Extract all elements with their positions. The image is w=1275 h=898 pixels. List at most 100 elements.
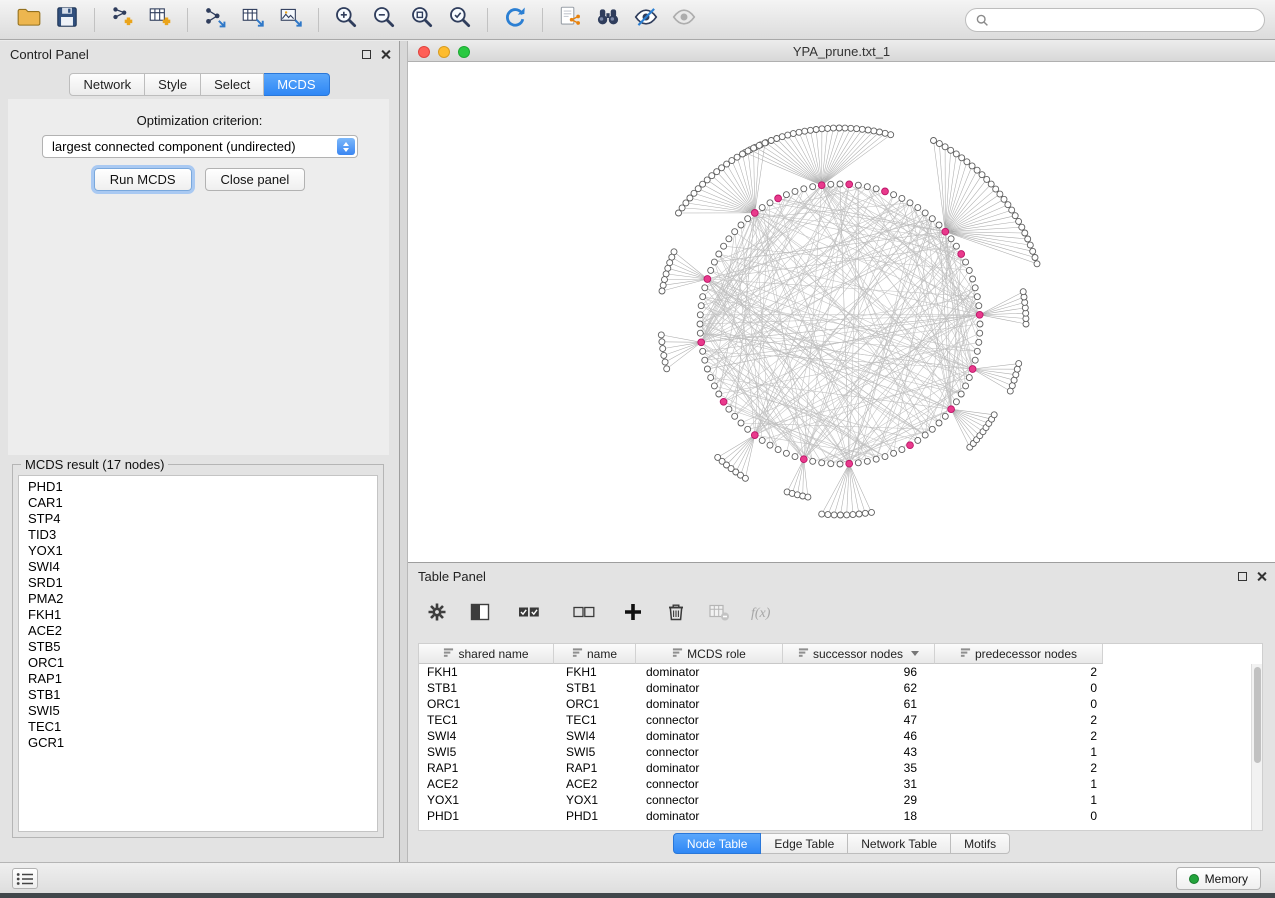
find-button[interactable] xyxy=(589,4,627,36)
status-bar: Memory xyxy=(0,862,1275,893)
table-row[interactable]: ORC1ORC1dominator610 xyxy=(419,696,1251,712)
column-header-name[interactable]: name xyxy=(554,644,636,664)
table-row[interactable]: YOX1YOX1connector291 xyxy=(419,792,1251,808)
mcds-result-group: MCDS result (17 nodes) PHD1CAR1STP4TID3Y… xyxy=(12,464,384,838)
mcds-result-item[interactable]: ACE2 xyxy=(19,623,377,639)
table-row[interactable]: SWI4SWI4dominator462 xyxy=(419,728,1251,744)
table-row[interactable]: TEC1TEC1connector472 xyxy=(419,712,1251,728)
eye-slash-button[interactable] xyxy=(627,4,665,36)
mcds-result-item[interactable]: GCR1 xyxy=(19,735,377,751)
eye-slash-icon xyxy=(633,4,659,35)
mcds-result-item[interactable]: SRD1 xyxy=(19,575,377,591)
add-entry-button[interactable] xyxy=(618,599,648,629)
import-network-button[interactable] xyxy=(103,4,141,36)
network-graph[interactable] xyxy=(408,62,1275,562)
save-session-button[interactable] xyxy=(48,4,86,36)
network-canvas[interactable] xyxy=(408,62,1275,562)
tab-style[interactable]: Style xyxy=(145,73,201,96)
zoom-out-button[interactable] xyxy=(365,4,403,36)
mcds-result-item[interactable]: SWI4 xyxy=(19,559,377,575)
toggle-column-button[interactable] xyxy=(465,599,495,629)
cell-successor-nodes: 96 xyxy=(783,664,935,680)
document-share-button[interactable] xyxy=(551,4,589,36)
table-row[interactable]: STB1STB1dominator620 xyxy=(419,680,1251,696)
column-header-mcds-role[interactable]: MCDS role xyxy=(636,644,783,664)
optimization-criterion-label: Optimization criterion: xyxy=(0,113,399,128)
export-table-button[interactable] xyxy=(234,4,272,36)
zoom-fit-button[interactable] xyxy=(403,4,441,36)
search-field[interactable] xyxy=(965,8,1265,32)
tab-network[interactable]: Network xyxy=(69,73,145,96)
delete-entry-button[interactable] xyxy=(661,599,691,629)
column-header-predecessor-nodes[interactable]: predecessor nodes xyxy=(935,644,1103,664)
close-table-panel-icon[interactable] xyxy=(1256,571,1267,582)
table-row[interactable]: SWI5SWI5connector431 xyxy=(419,744,1251,760)
mcds-result-title: MCDS result (17 nodes) xyxy=(21,457,168,472)
sort-icon xyxy=(443,647,454,661)
tab-node-table[interactable]: Node Table xyxy=(673,833,762,854)
mcds-result-item[interactable]: CAR1 xyxy=(19,495,377,511)
cell-predecessor-nodes: 1 xyxy=(935,776,1103,792)
cell-mcds-role: connector xyxy=(636,712,783,728)
import-table-button[interactable] xyxy=(141,4,179,36)
mcds-result-list[interactable]: PHD1CAR1STP4TID3YOX1SWI4SRD1PMA2FKH1ACE2… xyxy=(18,475,378,832)
cell-name: PHD1 xyxy=(554,808,636,824)
tab-edge-table[interactable]: Edge Table xyxy=(761,833,848,854)
close-panel-icon[interactable] xyxy=(380,49,391,60)
network-window: YPA_prune.txt_1 xyxy=(408,41,1275,562)
cell-predecessor-nodes: 1 xyxy=(935,792,1103,808)
table-row[interactable]: RAP1RAP1dominator352 xyxy=(419,760,1251,776)
tab-mcds[interactable]: MCDS xyxy=(264,73,329,96)
mcds-result-item[interactable]: YOX1 xyxy=(19,543,377,559)
tab-select[interactable]: Select xyxy=(201,73,264,96)
criterion-dropdown[interactable]: largest connected component (undirected) xyxy=(42,135,358,158)
float-panel-icon[interactable] xyxy=(362,50,371,59)
mcds-result-item[interactable]: STB1 xyxy=(19,687,377,703)
deselect-all-button[interactable] xyxy=(563,599,605,629)
export-network-button[interactable] xyxy=(196,4,234,36)
panel-splitter[interactable] xyxy=(400,41,408,862)
zoom-selected-button[interactable] xyxy=(441,4,479,36)
cell-name: SWI4 xyxy=(554,728,636,744)
mcds-result-item[interactable]: SWI5 xyxy=(19,703,377,719)
export-image-button[interactable] xyxy=(272,4,310,36)
table-row[interactable]: FKH1FKH1dominator962 xyxy=(419,664,1251,680)
refresh-button[interactable] xyxy=(496,4,534,36)
scrollbar-thumb[interactable] xyxy=(1254,667,1261,763)
mcds-result-item[interactable]: PHD1 xyxy=(19,479,377,495)
column-header-successor-nodes[interactable]: successor nodes xyxy=(783,644,935,664)
run-mcds-button[interactable]: Run MCDS xyxy=(94,168,192,191)
table-row[interactable]: PHD1PHD1dominator180 xyxy=(419,808,1251,824)
mcds-result-item[interactable]: STB5 xyxy=(19,639,377,655)
deselect-all-icon xyxy=(572,600,596,629)
cell-mcds-role: dominator xyxy=(636,664,783,680)
settings-gear-button[interactable] xyxy=(422,599,452,629)
close-panel-button[interactable]: Close panel xyxy=(205,168,306,191)
zoom-in-button[interactable] xyxy=(327,4,365,36)
list-icon xyxy=(16,872,34,886)
memory-button[interactable]: Memory xyxy=(1176,867,1261,890)
mcds-result-item[interactable]: TEC1 xyxy=(19,719,377,735)
search-input[interactable] xyxy=(995,13,1254,27)
sort-chevron-icon[interactable] xyxy=(911,651,919,656)
mcds-result-item[interactable]: RAP1 xyxy=(19,671,377,687)
tab-motifs[interactable]: Motifs xyxy=(951,833,1010,854)
tab-network-table[interactable]: Network Table xyxy=(848,833,951,854)
mcds-result-item[interactable]: PMA2 xyxy=(19,591,377,607)
table-scrollbar[interactable] xyxy=(1251,664,1262,830)
mcds-result-item[interactable]: ORC1 xyxy=(19,655,377,671)
delete-table-button xyxy=(704,599,734,629)
cell-shared-name: STB1 xyxy=(419,680,554,696)
mcds-result-item[interactable]: FKH1 xyxy=(19,607,377,623)
table-toolbar: f(x) xyxy=(422,593,777,635)
table-row[interactable]: ACE2ACE2connector311 xyxy=(419,776,1251,792)
zoom-out-icon xyxy=(371,4,397,35)
sort-icon xyxy=(672,647,683,661)
float-table-panel-icon[interactable] xyxy=(1238,572,1247,581)
status-list-button[interactable] xyxy=(12,868,38,889)
open-file-button[interactable] xyxy=(10,4,48,36)
mcds-result-item[interactable]: STP4 xyxy=(19,511,377,527)
column-header-shared-name[interactable]: shared name xyxy=(419,644,554,664)
select-all-button[interactable] xyxy=(508,599,550,629)
mcds-result-item[interactable]: TID3 xyxy=(19,527,377,543)
